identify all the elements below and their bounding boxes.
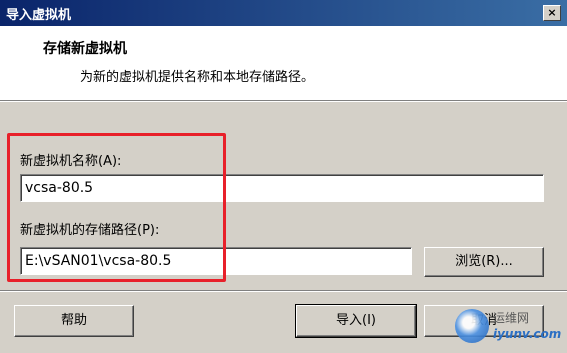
window-title: 导入虚拟机 [6,8,72,23]
vm-name-label: 新虚拟机名称(A): [20,154,122,169]
site-watermark: 运维网 iyunv.com [453,307,563,347]
watermark-logo-icon [455,309,489,343]
header-title: 存储新虚拟机 [43,41,127,57]
vm-name-input[interactable]: vcsa-80.5 [20,174,544,202]
help-button[interactable]: 帮助 [14,305,134,337]
title-bar: 导入虚拟机 × [0,0,567,26]
storage-path-input[interactable]: E:\vSAN01\vcsa-80.5 [20,247,412,275]
header-subtitle: 为新的虚拟机提供名称和本地存储路径。 [80,70,315,85]
close-button[interactable]: × [543,5,561,21]
header-divider [0,101,567,102]
watermark-text-cn: 运维网 [493,311,530,325]
import-button[interactable]: 导入(I) [295,304,417,338]
footer-divider-highlight [0,291,567,292]
wizard-header: 存储新虚拟机 为新的虚拟机提供名称和本地存储路径。 [0,26,567,101]
browse-button[interactable]: 浏览(R)... [424,247,544,277]
watermark-text-url: iyunv.com [493,327,562,341]
storage-path-label: 新虚拟机的存储路径(P): [20,223,160,238]
